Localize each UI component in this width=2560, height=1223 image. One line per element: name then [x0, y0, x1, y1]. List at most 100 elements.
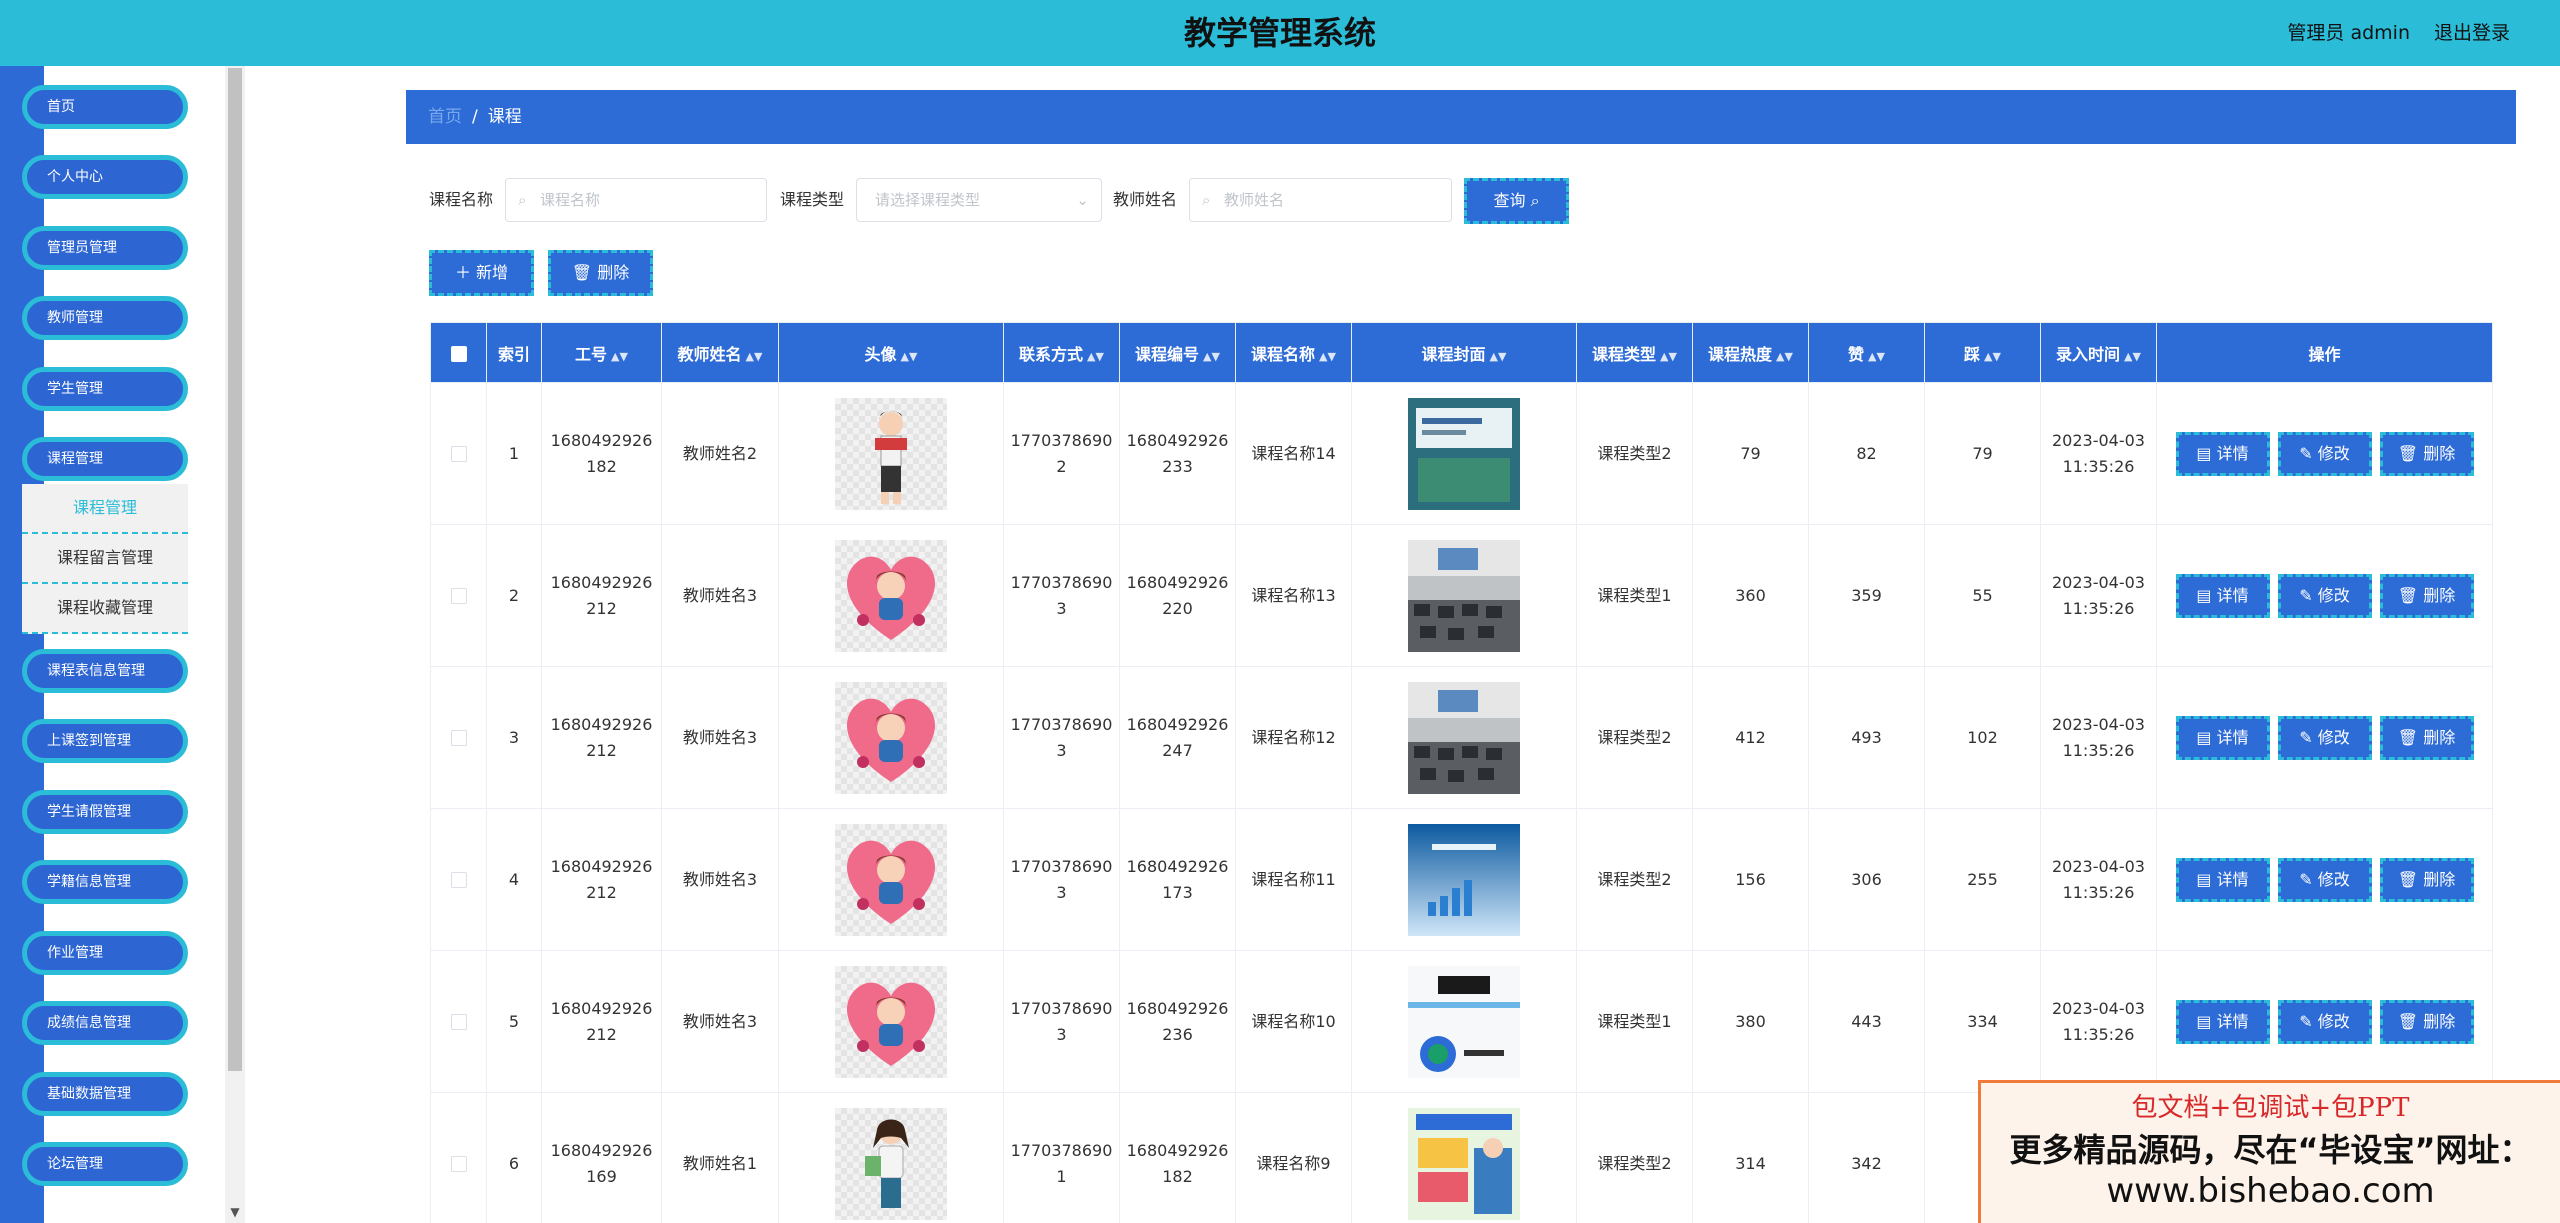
row-checkbox[interactable]: [450, 730, 467, 746]
query-button[interactable]: 查询 ⌕: [1464, 178, 1569, 224]
teacher-name-input[interactable]: ⌕ 教师姓名: [1189, 178, 1452, 222]
edit-button[interactable]: ✎ 修改: [2277, 999, 2372, 1044]
teacher-avatar[interactable]: [835, 1107, 947, 1220]
teacher-avatar[interactable]: [835, 965, 947, 1078]
edit-button[interactable]: ✎ 修改: [2277, 715, 2372, 760]
delete-button[interactable]: 🗑 删除: [2379, 999, 2474, 1044]
edit-button[interactable]: ✎ 修改: [2277, 431, 2372, 476]
delete-button[interactable]: 🗑 删除: [2379, 431, 2474, 476]
delete-button[interactable]: 🗑 删除: [2379, 857, 2474, 902]
detail-button[interactable]: ▤ 详情: [2175, 999, 2270, 1044]
edit-button[interactable]: ✎ 修改: [2277, 573, 2372, 618]
sort-icon[interactable]: ▲▼: [1490, 350, 1507, 363]
course-cover-image[interactable]: [1408, 397, 1520, 510]
sidebar-item-grades[interactable]: 成绩信息管理: [22, 1001, 188, 1045]
select-all-checkbox[interactable]: [450, 345, 467, 362]
header-course-code[interactable]: 课程编号 ▲▼: [1119, 322, 1236, 383]
row-select-cell[interactable]: [430, 950, 487, 1093]
header-avatar[interactable]: 头像 ▲▼: [778, 322, 1004, 383]
sort-icon[interactable]: ▲▼: [1868, 350, 1885, 363]
sidebar-item-admins[interactable]: 管理员管理: [22, 226, 188, 270]
batch-delete-button[interactable]: 🗑 删除: [548, 250, 653, 296]
sidebar-item-leave[interactable]: 学生请假管理: [22, 790, 188, 834]
course-cover-image[interactable]: [1408, 539, 1520, 652]
sidebar-item-enrollment[interactable]: 学籍信息管理: [22, 860, 188, 904]
sidebar-item-home[interactable]: 首页: [22, 85, 188, 129]
header-course-type[interactable]: 课程类型 ▲▼: [1576, 322, 1693, 383]
sidebar-item-teachers[interactable]: 教师管理: [22, 296, 188, 340]
sidebar-item-timetable[interactable]: 课程表信息管理: [22, 649, 188, 693]
sidebar-item-basedata[interactable]: 基础数据管理: [22, 1072, 188, 1116]
sort-icon[interactable]: ▲▼: [1776, 350, 1793, 363]
header-course-name[interactable]: 课程名称 ▲▼: [1235, 322, 1352, 383]
sidebar-item-students[interactable]: 学生管理: [22, 367, 188, 411]
row-select-cell[interactable]: [430, 382, 487, 525]
header-dislikes[interactable]: 踩 ▲▼: [1924, 322, 2041, 383]
header-course-heat[interactable]: 课程热度 ▲▼: [1692, 322, 1809, 383]
sort-icon[interactable]: ▲▼: [1984, 350, 2001, 363]
course-cover-image[interactable]: [1408, 823, 1520, 936]
submenu-item-course-manage[interactable]: 课程管理: [22, 484, 188, 534]
detail-button[interactable]: ▤ 详情: [2175, 857, 2270, 902]
sort-icon[interactable]: ▲▼: [611, 350, 628, 363]
sidebar-item-courses[interactable]: 课程管理: [22, 437, 188, 481]
row-checkbox[interactable]: [450, 872, 467, 888]
row-select-cell[interactable]: [430, 524, 487, 667]
course-name-input[interactable]: ⌕ 课程名称: [505, 178, 767, 222]
header-phone[interactable]: 联系方式 ▲▼: [1003, 322, 1120, 383]
sort-icon[interactable]: ▲▼: [901, 350, 918, 363]
detail-button[interactable]: ▤ 详情: [2175, 715, 2270, 760]
sort-icon[interactable]: ▲▼: [1087, 350, 1104, 363]
sort-icon[interactable]: ▲▼: [1660, 350, 1677, 363]
header-course-cover[interactable]: 课程封面 ▲▼: [1351, 322, 1577, 383]
delete-button[interactable]: 🗑 删除: [2379, 715, 2474, 760]
select-all-cell[interactable]: [430, 322, 487, 383]
row-select-cell[interactable]: [430, 1092, 487, 1223]
edit-button[interactable]: ✎ 修改: [2277, 857, 2372, 902]
sort-icon[interactable]: ▲▼: [2124, 350, 2141, 363]
sort-icon[interactable]: ▲▼: [1319, 350, 1336, 363]
add-button[interactable]: ＋ 新增: [429, 250, 534, 296]
sidebar-item-profile[interactable]: 个人中心: [22, 155, 188, 199]
sort-icon[interactable]: ▲▼: [746, 350, 763, 363]
cell-likes: 342: [1808, 1092, 1925, 1223]
cell-avatar: [778, 808, 1004, 951]
detail-button[interactable]: ▤ 详情: [2175, 431, 2270, 476]
row-checkbox[interactable]: [450, 1014, 467, 1030]
breadcrumb-home[interactable]: 首页: [428, 107, 462, 127]
course-cover-image[interactable]: [1408, 1107, 1520, 1220]
course-type-select[interactable]: 请选择课程类型 ⌄: [856, 178, 1102, 222]
submenu-item-course-favorites[interactable]: 课程收藏管理: [22, 584, 188, 634]
pencil-icon: ✎: [2299, 1011, 2313, 1031]
logout-link[interactable]: 退出登录: [2434, 0, 2510, 66]
submenu-item-course-comments[interactable]: 课程留言管理: [22, 534, 188, 584]
cell-avatar: [778, 950, 1004, 1093]
teacher-avatar[interactable]: [835, 681, 947, 794]
trash-icon: 🗑: [2397, 1011, 2419, 1031]
row-select-cell[interactable]: [430, 808, 487, 951]
header-entry-time[interactable]: 录入时间 ▲▼: [2040, 322, 2157, 383]
delete-button[interactable]: 🗑 删除: [2379, 573, 2474, 618]
sidebar-item-signin[interactable]: 上课签到管理: [22, 719, 188, 763]
scrollbar-thumb[interactable]: [228, 68, 242, 1071]
row-checkbox[interactable]: [450, 588, 467, 604]
course-cover-image[interactable]: [1408, 681, 1520, 794]
teacher-avatar[interactable]: [835, 397, 947, 510]
sidebar-item-forum[interactable]: 论坛管理: [22, 1142, 188, 1186]
sidebar-item-homework[interactable]: 作业管理: [22, 931, 188, 975]
row-checkbox[interactable]: [450, 1156, 467, 1172]
sidebar-scrollbar[interactable]: ▼: [225, 66, 245, 1223]
sort-icon[interactable]: ▲▼: [1203, 350, 1220, 363]
teacher-avatar[interactable]: [835, 823, 947, 936]
cell-course-heat: 360: [1692, 524, 1809, 667]
row-select-cell[interactable]: [430, 666, 487, 809]
course-cover-image[interactable]: [1408, 965, 1520, 1078]
header-job-no[interactable]: 工号 ▲▼: [541, 322, 662, 383]
row-checkbox[interactable]: [450, 446, 467, 462]
scroll-down-arrow-icon[interactable]: ▼: [225, 1205, 245, 1219]
header-likes[interactable]: 赞 ▲▼: [1808, 322, 1925, 383]
detail-button[interactable]: ▤ 详情: [2175, 573, 2270, 618]
cell-entry-time: 2023-04-03 11:35:26: [2040, 666, 2157, 809]
header-teacher-name[interactable]: 教师姓名 ▲▼: [661, 322, 779, 383]
teacher-avatar[interactable]: [835, 539, 947, 652]
